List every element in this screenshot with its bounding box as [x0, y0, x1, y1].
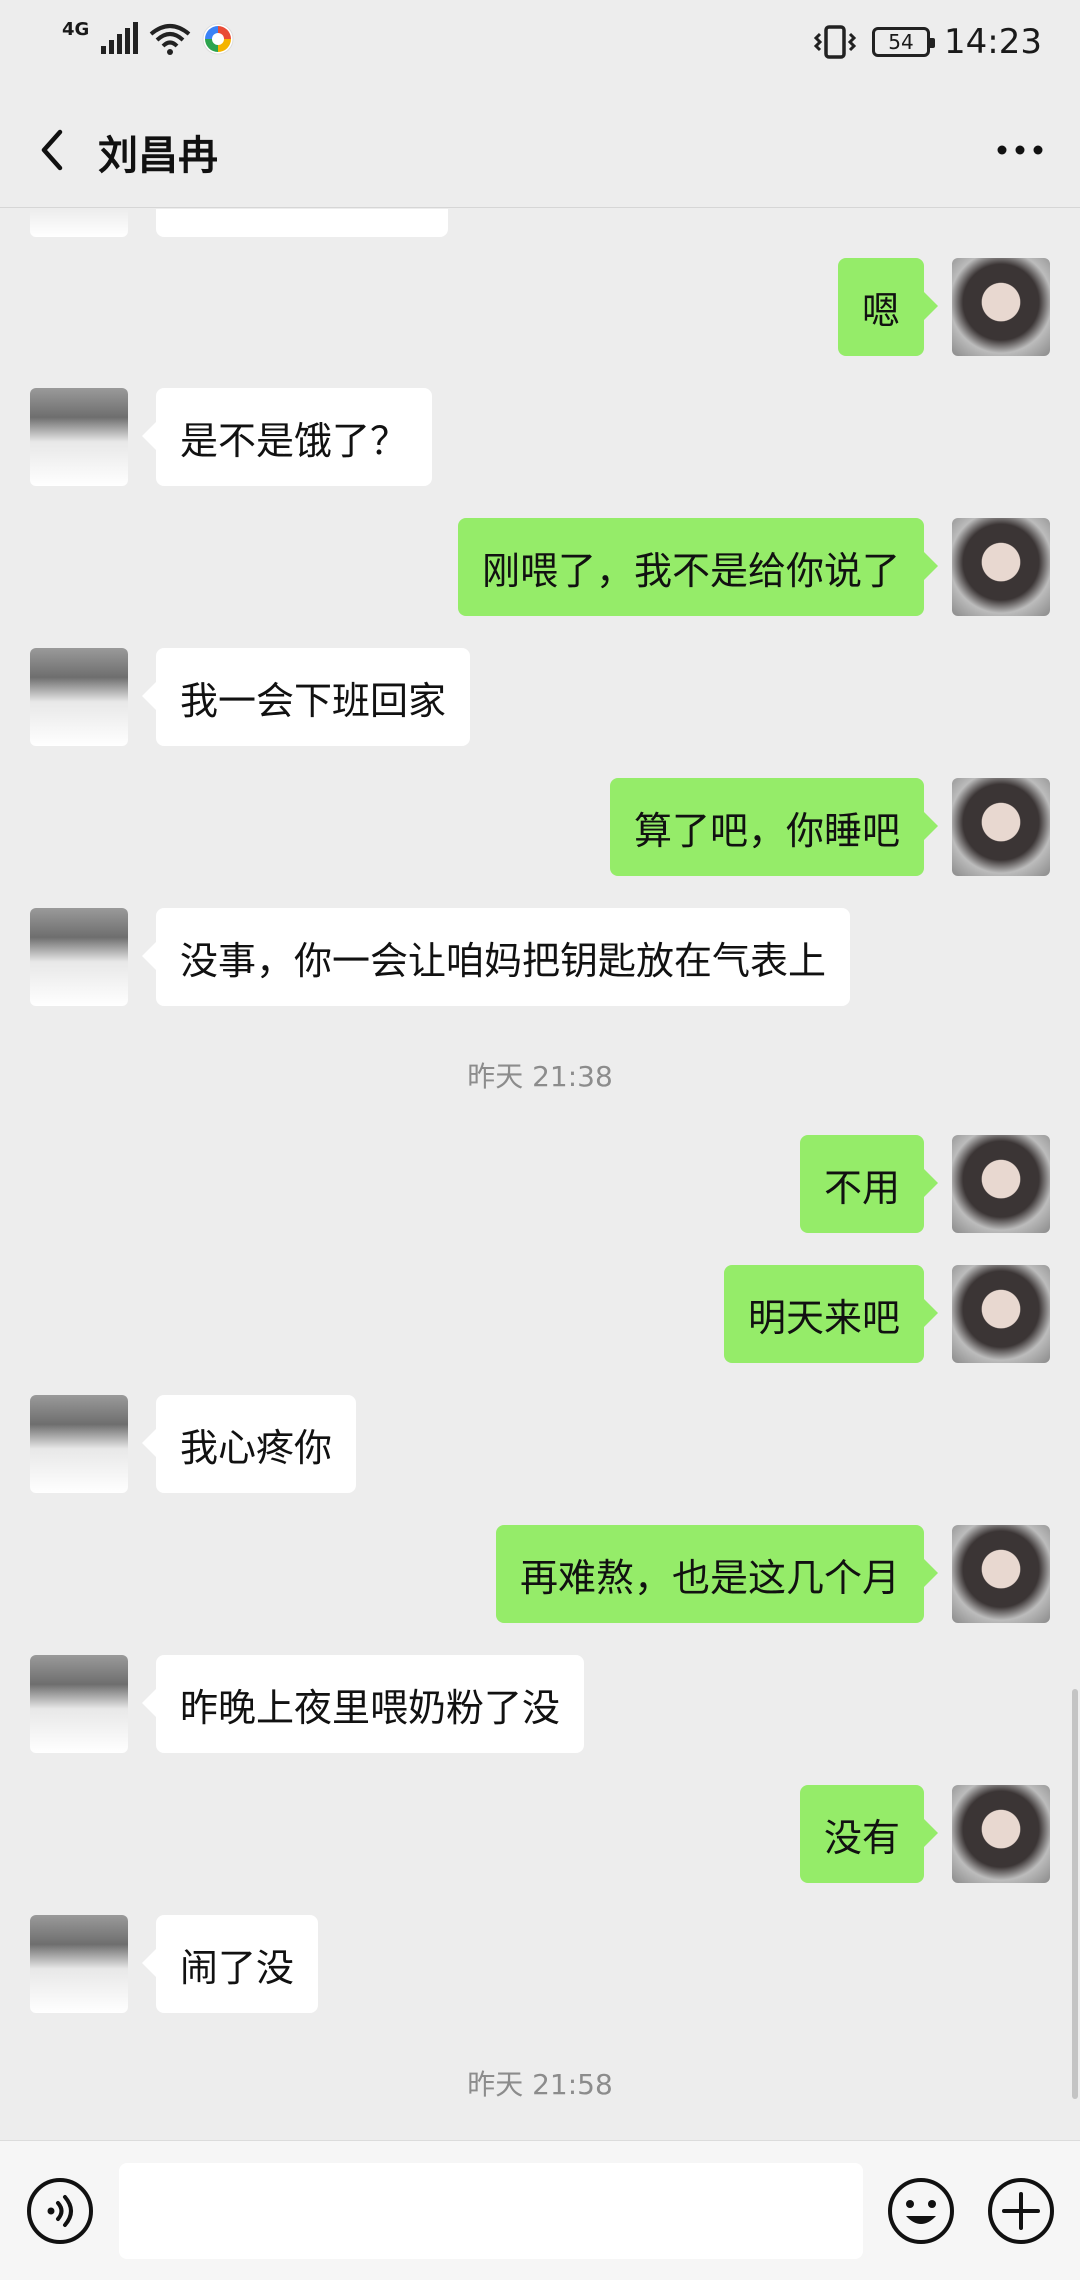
timestamp: 昨天 21:58 — [467, 2068, 613, 2101]
input-bar — [0, 2140, 1080, 2280]
chat-title: 刘昌冉 — [98, 133, 218, 179]
message-row: 我一会下班回家 — [0, 648, 1080, 748]
more-dots-icon[interactable] — [990, 120, 1050, 180]
message-row: 算了吧，你睡吧 — [0, 778, 1080, 878]
app-notification-icon — [202, 23, 234, 55]
clock: 14:23 — [944, 22, 1042, 62]
vibrate-icon — [813, 25, 857, 59]
timestamp: 昨天 21:38 — [467, 1060, 613, 1093]
message-bubble-sent[interactable]: 明天来吧 — [723, 1265, 939, 1363]
message-bubble-received[interactable]: 我心疼你 — [141, 1395, 357, 1493]
avatar[interactable] — [952, 1525, 1050, 1623]
avatar[interactable] — [30, 648, 128, 746]
scrollbar[interactable] — [1072, 1689, 1078, 2099]
message-row: 刚喂了，我不是给你说了 — [0, 518, 1080, 618]
battery-level: 54 — [888, 30, 914, 54]
message-row: 明天来吧 — [0, 1265, 1080, 1365]
avatar[interactable] — [30, 908, 128, 1006]
signal-icon — [101, 22, 139, 54]
message-row: 没有 — [0, 1785, 1080, 1885]
status-left: 4G — [62, 18, 235, 56]
emoji-icon[interactable] — [886, 2176, 956, 2246]
plus-icon[interactable] — [986, 2176, 1056, 2246]
message-bubble-sent[interactable]: 算了吧，你睡吧 — [609, 778, 939, 876]
message-row: 昨晚上夜里喂奶粉了没 — [0, 1655, 1080, 1755]
message-row: 没事，你一会让咱妈把钥匙放在气表上 — [0, 908, 1080, 1008]
avatar[interactable] — [952, 1785, 1050, 1883]
avatar[interactable] — [30, 388, 128, 486]
message-row: 不用 — [0, 1135, 1080, 1235]
chat-header: 刘昌冉 — [0, 90, 1080, 208]
message-bubble-received[interactable]: 是不是饿了？ — [141, 388, 433, 486]
chevron-left-icon[interactable] — [28, 120, 84, 180]
message-bubble-sent[interactable]: 不用 — [799, 1135, 939, 1233]
avatar[interactable] — [30, 209, 128, 237]
message-list[interactable]: 嗯 是不是饿了？ 刚喂了，我不是给你说了 我一会下班回家 算了吧，你睡吧 没事，… — [0, 209, 1080, 2140]
message-bubble-sent[interactable]: 嗯 — [837, 258, 939, 356]
message-bubble-received[interactable]: 闹了没 — [141, 1915, 319, 2013]
voice-icon[interactable] — [25, 2176, 95, 2246]
message-bubble-sent[interactable]: 没有 — [799, 1785, 939, 1883]
message-bubble-received[interactable]: 昨晚上夜里喂奶粉了没 — [141, 1655, 585, 1753]
network-type: 4G — [62, 18, 90, 40]
avatar[interactable] — [30, 1395, 128, 1493]
avatar[interactable] — [952, 778, 1050, 876]
message-bubble-sent[interactable]: 刚喂了，我不是给你说了 — [457, 518, 939, 616]
avatar[interactable] — [952, 518, 1050, 616]
status-bar: 4G 54 14:23 — [0, 0, 1080, 90]
message-row: 是不是饿了？ — [0, 388, 1080, 488]
status-right: 54 14:23 — [812, 22, 1042, 62]
message-bubble-sent[interactable]: 再难熬，也是这几个月 — [495, 1525, 939, 1623]
avatar[interactable] — [30, 1655, 128, 1753]
message-input[interactable] — [119, 2163, 863, 2259]
message-bubble[interactable] — [156, 209, 448, 237]
avatar[interactable] — [952, 1135, 1050, 1233]
avatar[interactable] — [952, 258, 1050, 356]
message-row: 再难熬，也是这几个月 — [0, 1525, 1080, 1625]
battery-indicator: 54 — [872, 27, 936, 57]
avatar[interactable] — [952, 1265, 1050, 1363]
avatar[interactable] — [30, 1915, 128, 2013]
message-bubble-received[interactable]: 我一会下班回家 — [141, 648, 471, 746]
wifi-icon — [150, 24, 191, 55]
message-row: 我心疼你 — [0, 1395, 1080, 1495]
message-row: 嗯 — [0, 258, 1080, 358]
message-row: 闹了没 — [0, 1915, 1080, 2015]
message-bubble-received[interactable]: 没事，你一会让咱妈把钥匙放在气表上 — [141, 908, 851, 1006]
